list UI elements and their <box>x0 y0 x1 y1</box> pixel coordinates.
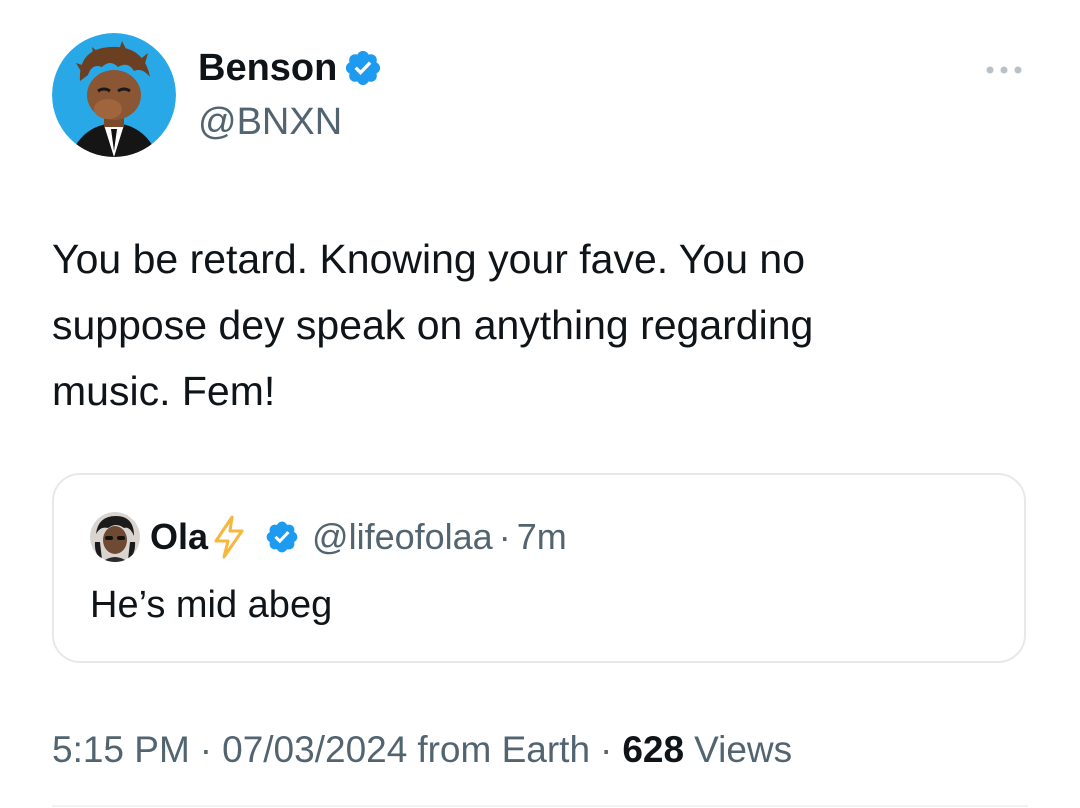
quoted-author-name: Ola <box>150 516 209 557</box>
tweet-time[interactable]: 5:15 PM <box>52 726 190 774</box>
dot-separator: · <box>199 729 213 770</box>
lightning-bolt-icon <box>214 515 244 559</box>
verified-badge-icon <box>346 50 381 86</box>
tweet-metadata: 5:15 PM · 07/03/2024 from Earth · 628 Vi… <box>52 726 792 774</box>
verified-badge-icon <box>266 521 298 553</box>
more-options-icon[interactable] <box>980 60 1028 80</box>
dot-separator: · <box>498 516 511 557</box>
tweet-source: from Earth <box>417 729 591 770</box>
views-label[interactable]: Views <box>694 726 792 774</box>
tweet-text: You be retard. Knowing your fave. You no… <box>52 236 814 414</box>
quoted-author-avatar <box>90 512 140 562</box>
author-handle[interactable]: @BNXN <box>198 98 342 146</box>
cartoon-avatar-icon <box>52 33 176 157</box>
author-name-text: Benson <box>198 47 338 89</box>
quoted-author-handle: @lifeofolaa <box>312 516 493 557</box>
divider <box>52 805 1028 807</box>
profile-photo-icon <box>90 512 140 562</box>
author-avatar[interactable] <box>52 33 176 157</box>
tweet-date[interactable]: 07/03/2024 <box>222 726 407 774</box>
quoted-tweet-time: 7m <box>516 516 567 557</box>
dot-separator: · <box>600 729 613 770</box>
views-count[interactable]: 628 <box>622 726 684 774</box>
quoted-tweet-header: Ola @lifeofolaa · 7m <box>90 512 567 562</box>
author-display-name[interactable]: Benson <box>198 44 383 92</box>
quoted-tweet-text: He’s mid abeg <box>90 584 333 626</box>
quoted-tweet-card[interactable]: Ola @lifeofolaa · 7m He’s mid abeg <box>52 473 1026 663</box>
